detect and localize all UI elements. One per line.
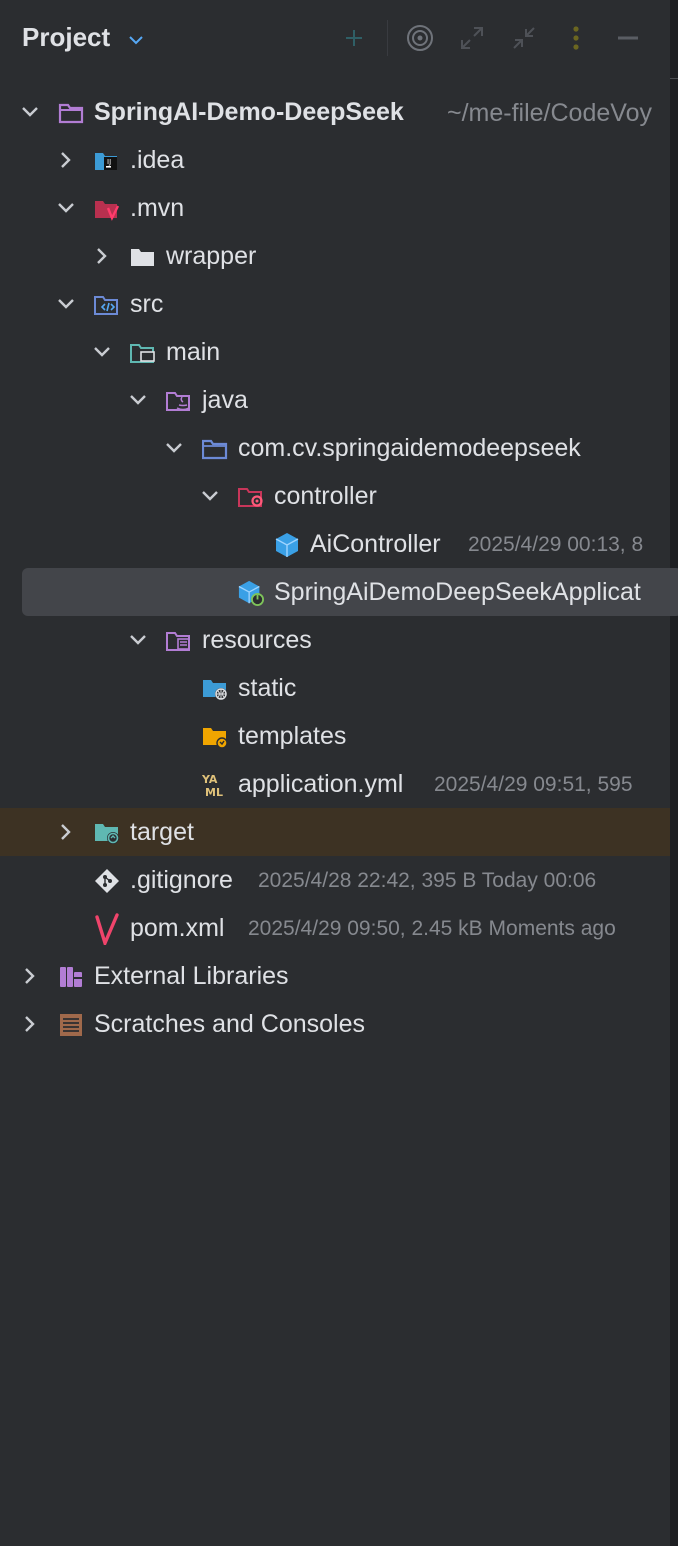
folder-label: target: [130, 818, 194, 846]
folder-label: main: [166, 338, 221, 366]
file-label: AiController: [310, 530, 441, 558]
folder-label: resources: [202, 626, 312, 654]
tree-row-java[interactable]: java: [0, 376, 670, 424]
tree-row-ai-controller[interactable]: AiController 2025/4/29 00:13, 8: [0, 520, 670, 568]
svg-text:ML: ML: [205, 786, 223, 798]
tree-row-resources[interactable]: resources: [0, 616, 670, 664]
yaml-file-icon: YA ML: [202, 773, 223, 798]
file-meta: 2025/4/28 22:42, 395 B Today 00:06: [258, 869, 597, 892]
divider: [670, 78, 678, 79]
maven-folder-icon: [95, 201, 120, 221]
folder-icon: [131, 249, 154, 266]
file-label: .gitignore: [130, 866, 233, 894]
tree-row-src[interactable]: src: [0, 280, 670, 328]
chevron-right-icon[interactable]: [56, 822, 76, 842]
chevron-down-icon[interactable]: [126, 30, 146, 50]
folder-label: controller: [274, 482, 377, 510]
file-meta: 2025/4/29 09:51, 595: [434, 773, 633, 796]
external-libraries-label: External Libraries: [94, 962, 289, 990]
java-source-folder-icon: [166, 392, 190, 411]
folder-label: templates: [238, 722, 347, 750]
chevron-down-icon[interactable]: [200, 486, 220, 506]
chevron-right-icon[interactable]: [20, 1014, 40, 1034]
tree-row-pom[interactable]: pom.xml 2025/4/29 09:50, 2.45 kB Moments…: [0, 904, 670, 952]
source-folder-icon: [94, 296, 118, 315]
collapse-all-icon[interactable]: [508, 22, 540, 54]
expand-all-icon[interactable]: [456, 22, 488, 54]
chevron-right-icon[interactable]: [92, 246, 112, 266]
tree-row-wrapper[interactable]: wrapper: [0, 232, 670, 280]
tree-row-scratches[interactable]: Scratches and Consoles: [0, 1000, 670, 1048]
root-project-path: ~/me-file/CodeVoy: [447, 99, 652, 127]
excluded-folder-icon: [95, 824, 119, 844]
chevron-right-icon[interactable]: [56, 150, 76, 170]
chevron-down-icon[interactable]: [56, 294, 76, 314]
chevron-down-icon[interactable]: [128, 390, 148, 410]
templates-folder-icon: [203, 728, 228, 749]
project-panel-header: Project: [0, 0, 670, 78]
class-icon: [275, 533, 299, 557]
controller-folder-icon: [238, 488, 263, 507]
web-folder-icon: [203, 680, 227, 700]
scratches-label: Scratches and Consoles: [94, 1010, 365, 1038]
file-label: pom.xml: [130, 914, 225, 942]
tree-row-application-yml[interactable]: YA ML application.yml 2025/4/29 09:51, 5…: [0, 760, 670, 808]
file-meta: 2025/4/29 00:13, 8: [468, 533, 644, 556]
tree-row-application-class[interactable]: SpringAiDemoDeepSeekApplicat: [0, 568, 678, 616]
scratches-icon: [60, 1014, 82, 1036]
chevron-down-icon[interactable]: [92, 342, 112, 362]
resources-folder-icon: [166, 632, 190, 651]
chevron-right-icon[interactable]: [20, 966, 40, 986]
locate-icon[interactable]: [404, 22, 436, 54]
folder-label: .idea: [130, 146, 185, 174]
tree-row-static[interactable]: static: [0, 664, 670, 712]
module-root-folder-icon: [130, 344, 155, 363]
tree-row-templates[interactable]: templates: [0, 712, 670, 760]
tree-row-controller[interactable]: controller: [0, 472, 670, 520]
tree-row-external-libraries[interactable]: External Libraries: [0, 952, 670, 1000]
tree-row-gitignore[interactable]: .gitignore 2025/4/28 22:42, 395 B Today …: [0, 856, 670, 904]
maven-file-icon: [95, 913, 119, 945]
folder-label: java: [202, 386, 248, 414]
project-view-title[interactable]: Project: [22, 22, 110, 53]
tree-row-idea[interactable]: IJ .idea: [0, 136, 670, 184]
tree-row-package[interactable]: com.cv.springaidemodeepseek: [0, 424, 670, 472]
options-icon[interactable]: [560, 22, 592, 54]
editor-edge: [670, 0, 678, 1546]
file-meta: 2025/4/29 09:50, 2.45 kB Moments ago: [248, 917, 616, 940]
hide-icon[interactable]: [612, 22, 644, 54]
module-folder-icon: [58, 103, 84, 124]
folder-label: src: [130, 290, 164, 318]
file-label: SpringAiDemoDeepSeekApplicat: [274, 578, 641, 606]
package-icon: [202, 439, 228, 460]
libraries-icon: [60, 967, 82, 987]
root-project-name: SpringAI-Demo-DeepSeek: [94, 98, 404, 126]
tree-row-main[interactable]: main: [0, 328, 670, 376]
add-icon[interactable]: [338, 22, 370, 54]
spring-boot-class-icon: [238, 580, 264, 606]
folder-label: .mvn: [130, 194, 185, 222]
file-label: application.yml: [238, 770, 404, 798]
folder-label: wrapper: [166, 242, 257, 270]
chevron-down-icon[interactable]: [128, 630, 148, 650]
tree-row-root[interactable]: SpringAI-Demo-DeepSeek ~/me-file/CodeVoy: [0, 88, 670, 136]
chevron-down-icon[interactable]: [164, 438, 184, 458]
package-label: com.cv.springaidemodeepseek: [238, 434, 581, 462]
git-file-icon: [95, 869, 119, 893]
svg-text:IJ: IJ: [107, 158, 111, 166]
project-tree: SpringAI-Demo-DeepSeek ~/me-file/CodeVoy…: [0, 88, 678, 1048]
tree-row-mvn[interactable]: .mvn: [0, 184, 670, 232]
toolbar-separator: [387, 20, 388, 56]
folder-label: static: [238, 674, 297, 702]
chevron-down-icon[interactable]: [20, 102, 40, 122]
tree-row-target[interactable]: target: [0, 808, 670, 856]
idea-folder-icon: IJ: [95, 153, 117, 170]
chevron-down-icon[interactable]: [56, 198, 76, 218]
svg-text:YA: YA: [202, 773, 218, 786]
